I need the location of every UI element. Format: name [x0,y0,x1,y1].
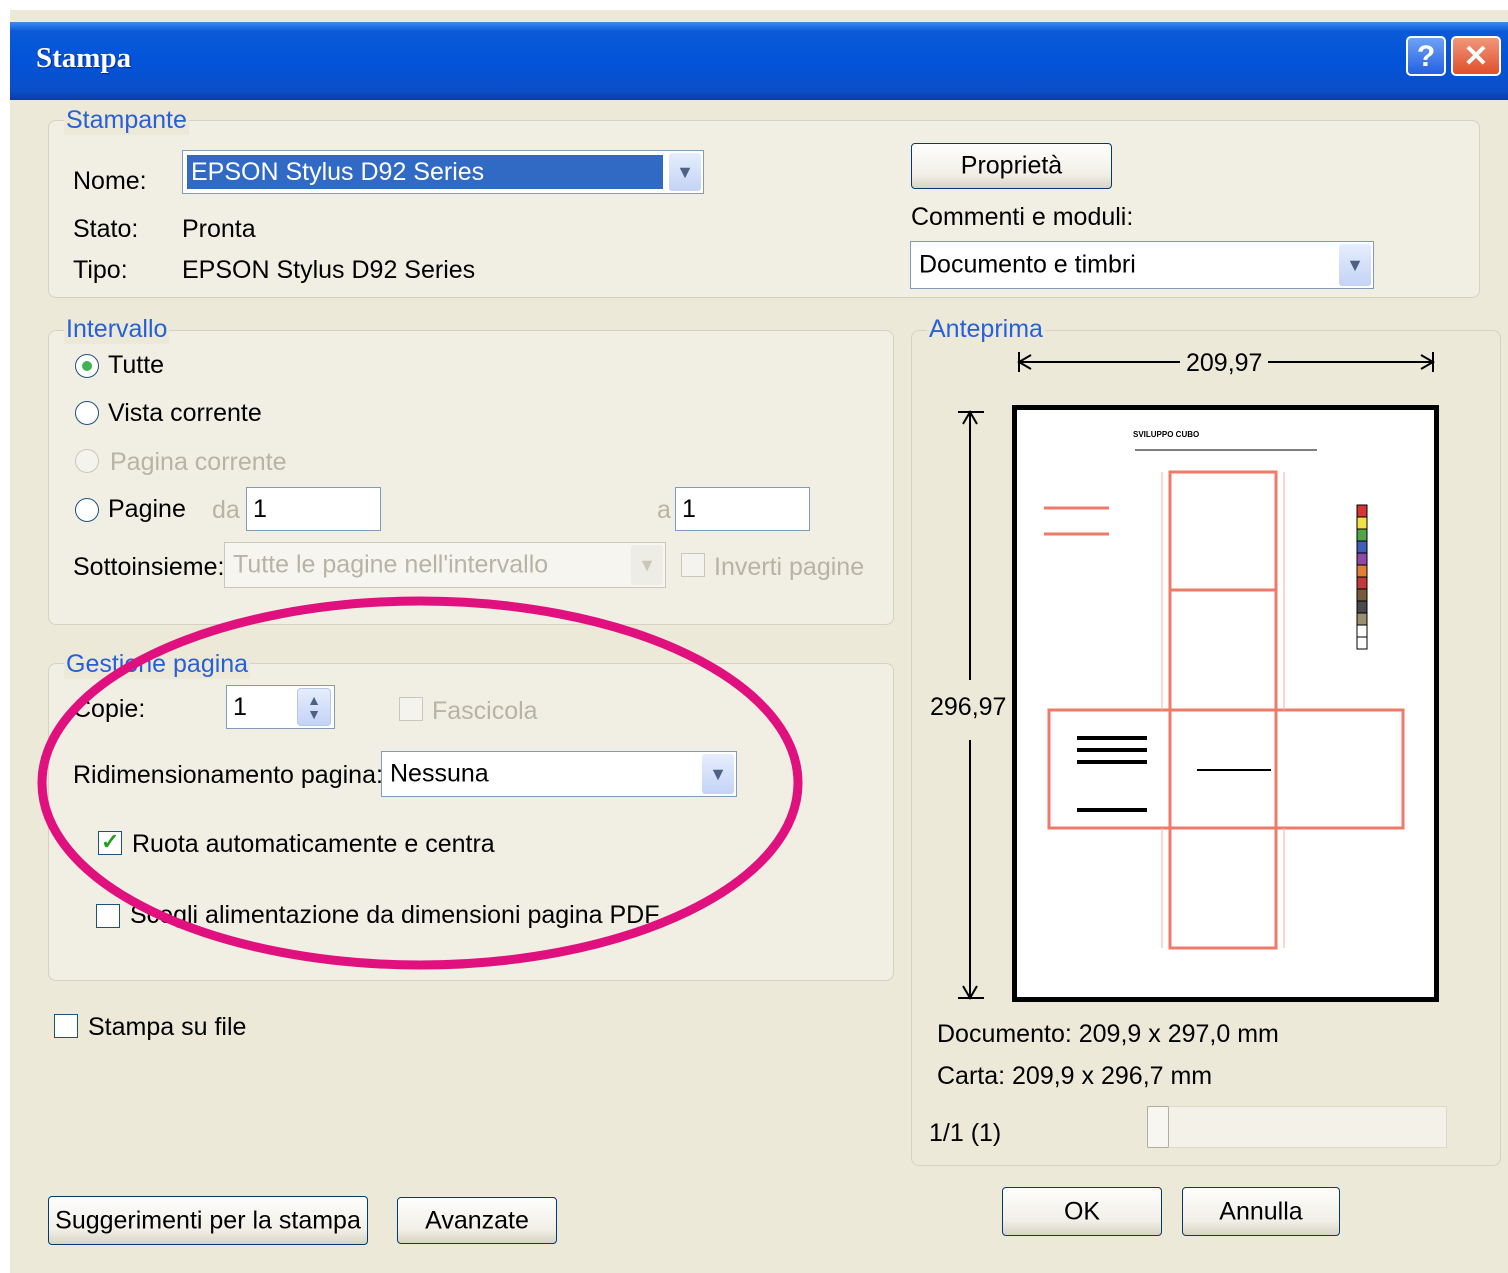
document-size: Documento: 209,9 x 297,0 mm [937,1020,1279,1048]
page-slider[interactable] [1147,1106,1447,1148]
cancel-label: Annulla [1219,1197,1303,1225]
ok-button[interactable]: OK [1002,1187,1162,1236]
page-slider-thumb[interactable] [1147,1106,1169,1148]
print-tips-label: Suggerimenti per la stampa [55,1206,361,1234]
paper-size: Carta: 209,9 x 296,7 mm [937,1062,1213,1090]
cancel-button[interactable]: Annulla [1182,1187,1340,1236]
ok-label: OK [1063,1197,1101,1225]
preview-width-value: 209,97 [1186,349,1263,378]
advanced-label: Avanzate [425,1206,529,1234]
cube-net-preview [1044,449,1405,950]
page-counter: 1/1 (1) [929,1119,1002,1147]
preview-height-value: 296,97 [930,693,1007,721]
print-tips-button[interactable]: Suggerimenti per la stampa [48,1196,368,1245]
advanced-button[interactable]: Avanzate [397,1197,557,1244]
